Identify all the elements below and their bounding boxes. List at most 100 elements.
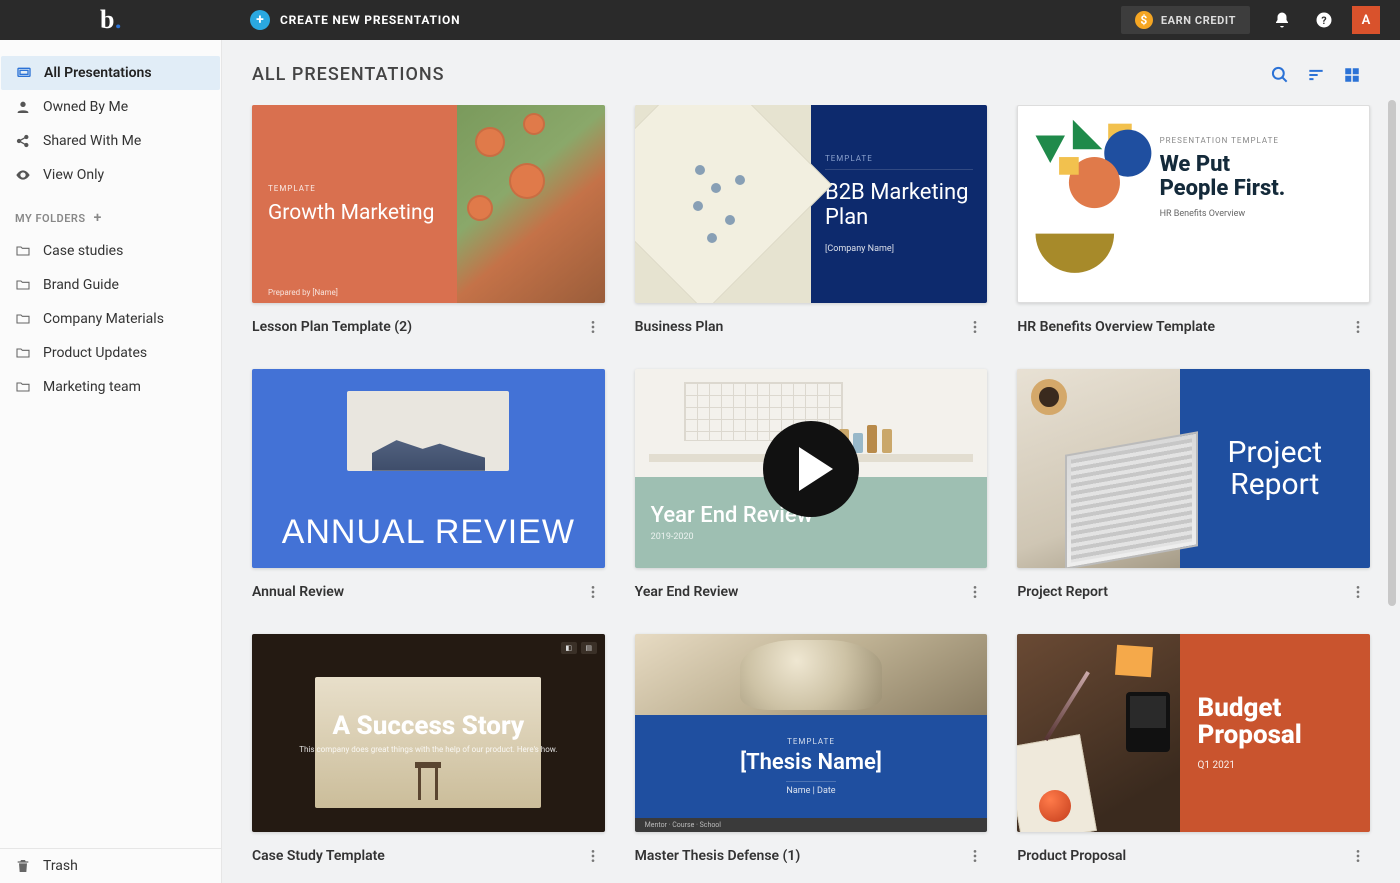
notifications-button[interactable]	[1268, 6, 1296, 34]
card-more-button[interactable]	[1346, 580, 1370, 604]
card-thumbnail: ANNUAL REVIEW	[252, 369, 605, 567]
main-content: ALL PRESENTATIONS TEMPLATE Growth M	[222, 40, 1400, 883]
card-thumbnail: PRESENTATION TEMPLATE We PutPeople First…	[1017, 105, 1370, 303]
create-presentation-button[interactable]: + CREATE NEW PRESENTATION	[222, 10, 460, 30]
thumb-footer: Name | Date	[786, 781, 835, 796]
presentations-icon	[16, 65, 32, 81]
presentation-card[interactable]: TEMPLATE Growth Marketing Prepared by [N…	[252, 105, 605, 339]
folder-company-materials[interactable]: Company Materials	[0, 302, 221, 336]
thumb-heading: Growth Marketing	[268, 201, 441, 225]
sidebar-item-trash[interactable]: Trash	[0, 849, 221, 883]
folder-case-studies[interactable]: Case studies	[0, 234, 221, 268]
thumb-heading-line: We Put	[1160, 152, 1230, 177]
search-button[interactable]	[1262, 65, 1298, 85]
card-more-button[interactable]	[581, 580, 605, 604]
coin-icon: $	[1135, 11, 1153, 29]
card-title: HR Benefits Overview Template	[1017, 319, 1215, 335]
folder-icon	[15, 311, 31, 327]
sidebar-item-label: View Only	[43, 167, 104, 183]
card-more-button[interactable]	[581, 844, 605, 868]
card-more-button[interactable]	[581, 315, 605, 339]
thumb-footer: Q1 2021	[1198, 760, 1352, 771]
sidebar: All Presentations Owned By Me Shared Wit…	[0, 40, 222, 883]
presentation-card[interactable]: BudgetProposal Q1 2021 Product Proposal	[1017, 634, 1370, 868]
folder-product-updates[interactable]: Product Updates	[0, 336, 221, 370]
sort-button[interactable]	[1298, 65, 1334, 85]
sidebar-item-owned-by-me[interactable]: Owned By Me	[0, 90, 221, 124]
thumb-heading-line: People First.	[1160, 176, 1286, 201]
card-title: Product Proposal	[1017, 848, 1126, 864]
thumb-tag: TEMPLATE	[787, 737, 835, 746]
sidebar-item-all-presentations[interactable]: All Presentations	[1, 56, 220, 90]
play-icon	[763, 421, 859, 517]
thumb-footer: HR Benefits Overview	[1160, 209, 1353, 219]
card-title: Annual Review	[252, 584, 344, 600]
thumb-tag: PRESENTATION TEMPLATE	[1160, 136, 1353, 145]
thumb-heading: ANNUAL REVIEW	[282, 513, 575, 552]
thumb-bottom: Mentor · Course · School	[635, 818, 988, 832]
presentation-card[interactable]: ANNUAL REVIEW Annual Review	[252, 369, 605, 603]
card-more-button[interactable]	[963, 315, 987, 339]
thumb-tag: TEMPLATE	[825, 154, 973, 170]
card-title: Lesson Plan Template (2)	[252, 319, 412, 335]
earn-credit-label: EARN CREDIT	[1161, 14, 1236, 27]
eye-icon	[15, 167, 31, 183]
more-vertical-icon	[1350, 584, 1366, 600]
card-thumbnail: ◧ ▤ A Success Story This company does gr…	[252, 634, 605, 832]
presentation-grid-scroll[interactable]: TEMPLATE Growth Marketing Prepared by [N…	[222, 105, 1400, 883]
presentation-grid: TEMPLATE Growth Marketing Prepared by [N…	[252, 105, 1370, 868]
sort-icon	[1306, 65, 1326, 85]
presentation-card[interactable]: ◧ ▤ A Success Story This company does gr…	[252, 634, 605, 868]
sidebar-item-label: All Presentations	[44, 65, 152, 81]
plus-icon: +	[250, 10, 270, 30]
trash-label: Trash	[43, 858, 78, 874]
thumb-heading: A Success Story	[333, 711, 525, 741]
topbar: b. + CREATE NEW PRESENTATION $ EARN CRED…	[0, 0, 1400, 40]
folder-icon	[15, 243, 31, 259]
presentation-card[interactable]: TEMPLATE B2B Marketing Plan [Company Nam…	[635, 105, 988, 339]
sidebar-item-view-only[interactable]: View Only	[0, 158, 221, 192]
main-header: ALL PRESENTATIONS	[222, 40, 1400, 105]
presentation-card[interactable]: ProjectReport Project Report	[1017, 369, 1370, 603]
card-more-button[interactable]	[963, 844, 987, 868]
earn-credit-button[interactable]: $ EARN CREDIT	[1121, 6, 1250, 34]
presentation-card[interactable]: PRESENTATION TEMPLATE We PutPeople First…	[1017, 105, 1370, 339]
user-avatar[interactable]: A	[1352, 6, 1380, 34]
more-vertical-icon	[967, 848, 983, 864]
sidebar-item-label: Shared With Me	[43, 133, 141, 149]
folder-label: Marketing team	[43, 379, 141, 395]
person-icon	[15, 99, 31, 115]
add-folder-button[interactable]: +	[94, 210, 102, 226]
presentation-card[interactable]: Year End Review 2019-2020 Year End Revie…	[635, 369, 988, 603]
folder-label: Case studies	[43, 243, 123, 259]
card-more-button[interactable]	[1346, 844, 1370, 868]
card-title: Case Study Template	[252, 848, 385, 864]
more-vertical-icon	[1350, 848, 1366, 864]
my-folders-header: MY FOLDERS +	[0, 192, 221, 234]
sidebar-item-shared-with-me[interactable]: Shared With Me	[0, 124, 221, 158]
folder-label: Product Updates	[43, 345, 147, 361]
avatar-initial: A	[1362, 13, 1371, 28]
more-vertical-icon	[967, 584, 983, 600]
my-folders-label: MY FOLDERS	[15, 212, 86, 225]
share-icon	[15, 133, 31, 149]
help-button[interactable]: ?	[1310, 6, 1338, 34]
folder-icon	[15, 379, 31, 395]
card-thumbnail: TEMPLATE Growth Marketing Prepared by [N…	[252, 105, 605, 303]
trash-icon	[15, 858, 31, 874]
thumb-footer: 2019-2020	[651, 532, 972, 542]
card-title: Business Plan	[635, 319, 724, 335]
card-title: Project Report	[1017, 584, 1108, 600]
grid-view-button[interactable]	[1334, 66, 1370, 84]
folder-brand-guide[interactable]: Brand Guide	[0, 268, 221, 302]
card-thumbnail: TEMPLATE [Thesis Name] Name | Date Mento…	[635, 634, 988, 832]
geometric-art	[1018, 106, 1151, 302]
svg-text:?: ?	[1321, 14, 1326, 27]
logo[interactable]: b.	[0, 0, 222, 40]
folder-marketing-team[interactable]: Marketing team	[0, 370, 221, 404]
presentation-card[interactable]: TEMPLATE [Thesis Name] Name | Date Mento…	[635, 634, 988, 868]
card-more-button[interactable]	[1346, 315, 1370, 339]
more-vertical-icon	[1350, 319, 1366, 335]
card-more-button[interactable]	[963, 580, 987, 604]
scrollbar[interactable]	[1388, 100, 1396, 823]
